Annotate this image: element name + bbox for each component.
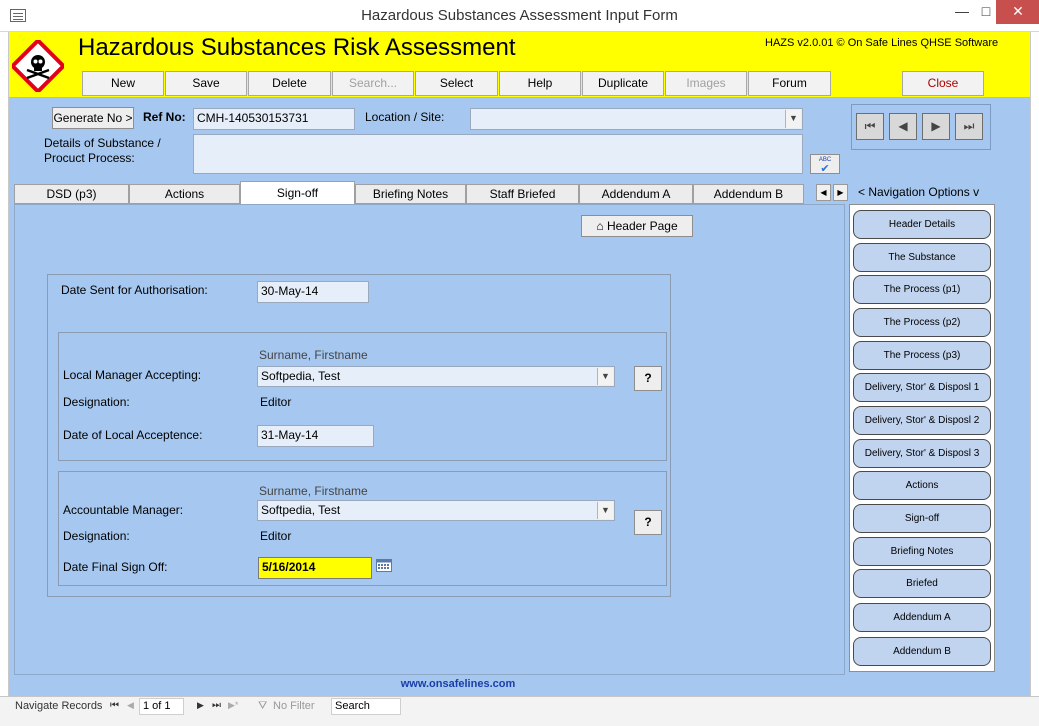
local-manager-select[interactable]: Softpedia, Test ▼ [257,366,615,387]
hazard-skull-icon [12,40,64,92]
next-record-icon[interactable]: ▶ [922,113,950,140]
nav-the-process-p3[interactable]: The Process (p3) [853,341,991,370]
local-manager-value: Softpedia, Test [261,369,341,383]
local-acceptance-date-field[interactable]: 31-May-14 [257,425,374,447]
date-sent-label: Date Sent for Authorisation: [61,283,208,297]
accountable-designation-value: Editor [260,529,292,543]
tab-scroll-left-icon[interactable]: ◀ [816,184,831,201]
navigate-records-label: Navigate Records [15,700,103,712]
tab-briefing-notes[interactable]: Briefing Notes [355,184,466,204]
nav-delivery-storage-disposal-2[interactable]: Delivery, Stor' & Disposl 2 [853,406,991,435]
duplicate-button[interactable]: Duplicate [582,71,664,96]
filter-icon: ⛛ [258,700,268,712]
next-record-button-icon[interactable]: ▶ [197,700,204,711]
window-close-button[interactable]: ✕ [996,0,1039,24]
save-button[interactable]: Save [165,71,247,96]
tab-staff-briefed[interactable]: Staff Briefed [466,184,579,204]
local-designation-label: Designation: [63,395,130,409]
generate-number-button[interactable]: Generate No > [52,107,134,129]
details-label: Details of Substance / Procuct Process: [44,136,161,166]
tab-actions[interactable]: Actions [129,184,240,204]
tab-scroll-right-icon[interactable]: ▶ [833,184,848,201]
window-frame-right [1030,32,1039,726]
tab-sign-off[interactable]: Sign-off [240,181,355,205]
location-label: Location / Site: [365,110,445,124]
ref-no-field[interactable]: CMH-140530153731 [193,108,355,130]
nav-delivery-storage-disposal-3[interactable]: Delivery, Stor' & Disposl 3 [853,439,991,468]
location-select[interactable]: ▼ [470,108,803,130]
tab-dsd-p3[interactable]: DSD (p3) [14,184,129,204]
nav-addendum-b[interactable]: Addendum B [853,637,991,666]
final-sign-off-date-field[interactable]: 5/16/2014 [258,557,372,579]
app-heading: Hazardous Substances Risk Assessment [78,34,516,61]
chevron-down-icon[interactable]: ▼ [785,110,801,128]
accountable-manager-value: Softpedia, Test [261,503,341,517]
checkmark-icon: ✔ [820,163,830,175]
window-titlebar: Hazardous Substances Assessment Input Fo… [0,0,1039,32]
previous-record-icon[interactable]: ◀ [889,113,917,140]
current-record-field[interactable]: 1 of 1 [139,698,184,715]
navigation-options-label[interactable]: < Navigation Options v [858,185,979,199]
ref-no-label: Ref No: [143,110,186,124]
tab-addendum-a[interactable]: Addendum A [579,184,693,204]
forum-button[interactable]: Forum [748,71,831,96]
nav-the-process-p2[interactable]: The Process (p2) [853,308,991,337]
header-page-label: Header Page [606,219,678,233]
final-sign-off-label: Date Final Sign Off: [63,560,168,574]
calendar-icon[interactable] [376,558,392,572]
nav-the-substance[interactable]: The Substance [853,243,991,272]
accountable-manager-select[interactable]: Softpedia, Test ▼ [257,500,615,521]
tab-addendum-b[interactable]: Addendum B [693,184,804,204]
first-record-button-icon[interactable]: ⏮ [110,700,119,711]
nav-delivery-storage-disposal-1[interactable]: Delivery, Stor' & Disposl 1 [853,373,991,402]
delete-button[interactable]: Delete [248,71,331,96]
window-frame-left [0,32,9,726]
app-icon[interactable] [10,9,26,22]
new-record-button-icon[interactable]: ▶* [228,700,238,711]
help-button[interactable]: Help [499,71,581,96]
local-name-hint: Surname, Firstname [259,348,368,362]
accountable-manager-label: Accountable Manager: [63,503,184,517]
date-sent-field[interactable]: 30-May-14 [257,281,369,303]
close-form-button[interactable]: Close [902,71,984,96]
local-manager-label: Local Manager Accepting: [63,368,202,382]
nav-header-details[interactable]: Header Details [853,210,991,239]
new-button[interactable]: New [82,71,164,96]
spellcheck-button[interactable]: ABC ✔ [810,154,840,175]
window-title: Hazardous Substances Assessment Input Fo… [361,7,678,24]
search-input[interactable]: Search [331,698,401,715]
accountable-designation-label: Designation: [63,529,130,543]
images-button[interactable]: Images [665,71,747,96]
header-page-button[interactable]: ⌂ Header Page [581,215,693,237]
nav-briefing-notes[interactable]: Briefing Notes [853,537,991,566]
no-filter-label[interactable]: No Filter [273,700,315,712]
accountable-name-hint: Surname, Firstname [259,484,368,498]
nav-sign-off[interactable]: Sign-off [853,504,991,533]
details-label-line-2: Procuct Process: [44,151,135,165]
local-designation-value: Editor [260,395,292,409]
nav-briefed[interactable]: Briefed [853,569,991,598]
search-button[interactable]: Search... [332,71,414,96]
local-manager-help-button[interactable]: ? [634,366,662,391]
local-acceptance-date-label: Date of Local Acceptence: [63,428,203,442]
first-record-icon[interactable]: ⏮ [856,113,884,140]
details-label-line-1: Details of Substance / [44,136,161,150]
last-record-button-icon[interactable]: ⏭ [212,700,221,711]
previous-record-button-icon[interactable]: ◀ [127,700,134,711]
website-link[interactable]: www.onsafelines.com [0,678,916,690]
version-label: HAZS v2.0.01 © On Safe Lines QHSE Softwa… [765,37,999,49]
nav-actions[interactable]: Actions [853,471,991,500]
home-icon: ⌂ [596,219,604,233]
nav-the-process-p1[interactable]: The Process (p1) [853,275,991,304]
details-field[interactable] [193,134,803,174]
select-button[interactable]: Select [415,71,498,96]
chevron-down-icon[interactable]: ▼ [597,368,613,385]
accountable-manager-help-button[interactable]: ? [634,510,662,535]
last-record-icon[interactable]: ⏭ [955,113,983,140]
nav-addendum-a[interactable]: Addendum A [853,603,991,632]
chevron-down-icon[interactable]: ▼ [597,502,613,519]
